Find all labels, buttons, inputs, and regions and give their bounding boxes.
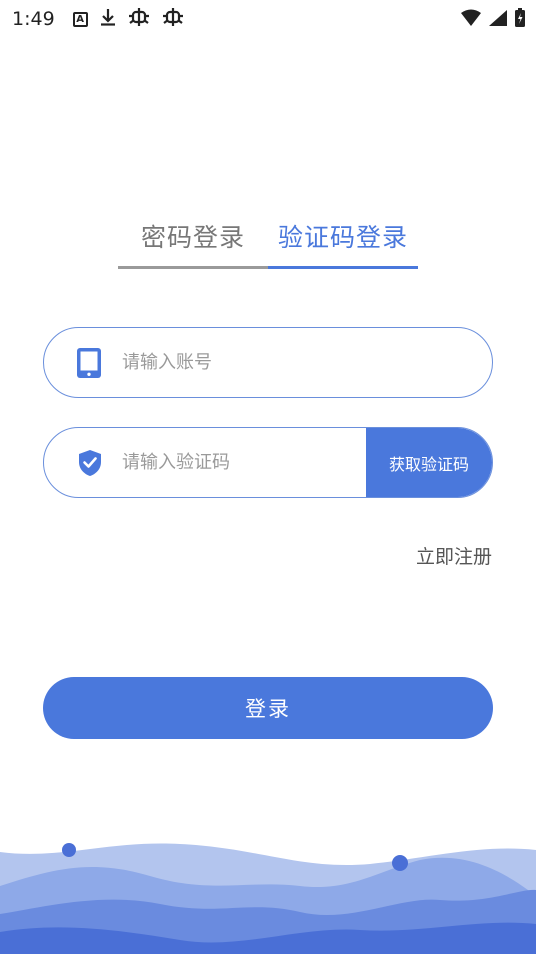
register-link[interactable]: 立即注册 (416, 542, 492, 569)
wave-dot (62, 843, 76, 857)
bug-icon (162, 7, 184, 31)
bug-icon (128, 7, 150, 31)
battery-charging-icon (514, 8, 526, 32)
signal-icon (488, 9, 508, 31)
status-bar: 1:49 A (0, 0, 536, 38)
a-badge-icon: A (72, 11, 88, 27)
tab-password-login[interactable]: 密码登录 (118, 205, 268, 269)
wave-dot (392, 855, 408, 871)
tab-code-login[interactable]: 验证码登录 (268, 205, 418, 269)
login-button[interactable]: 登录 (43, 677, 493, 739)
code-input[interactable] (104, 428, 366, 497)
tablet-icon (44, 328, 104, 397)
login-tabs: 密码登录 验证码登录 (118, 205, 418, 269)
decorative-waves (0, 843, 536, 954)
code-field: 获取验证码 (43, 427, 493, 498)
account-input[interactable] (104, 328, 492, 397)
shield-check-icon (44, 428, 104, 497)
get-code-button[interactable]: 获取验证码 (366, 428, 492, 497)
status-right (460, 8, 526, 32)
account-field (43, 327, 493, 398)
status-time: 1:49 (12, 8, 55, 30)
download-icon (100, 8, 116, 30)
status-icons: A (72, 7, 184, 31)
login-screen: 1:49 A 密码登录 验证码登录 请输入账号 请输入验证码 获取验证码 立即注… (0, 0, 536, 954)
wifi-icon (460, 9, 482, 31)
